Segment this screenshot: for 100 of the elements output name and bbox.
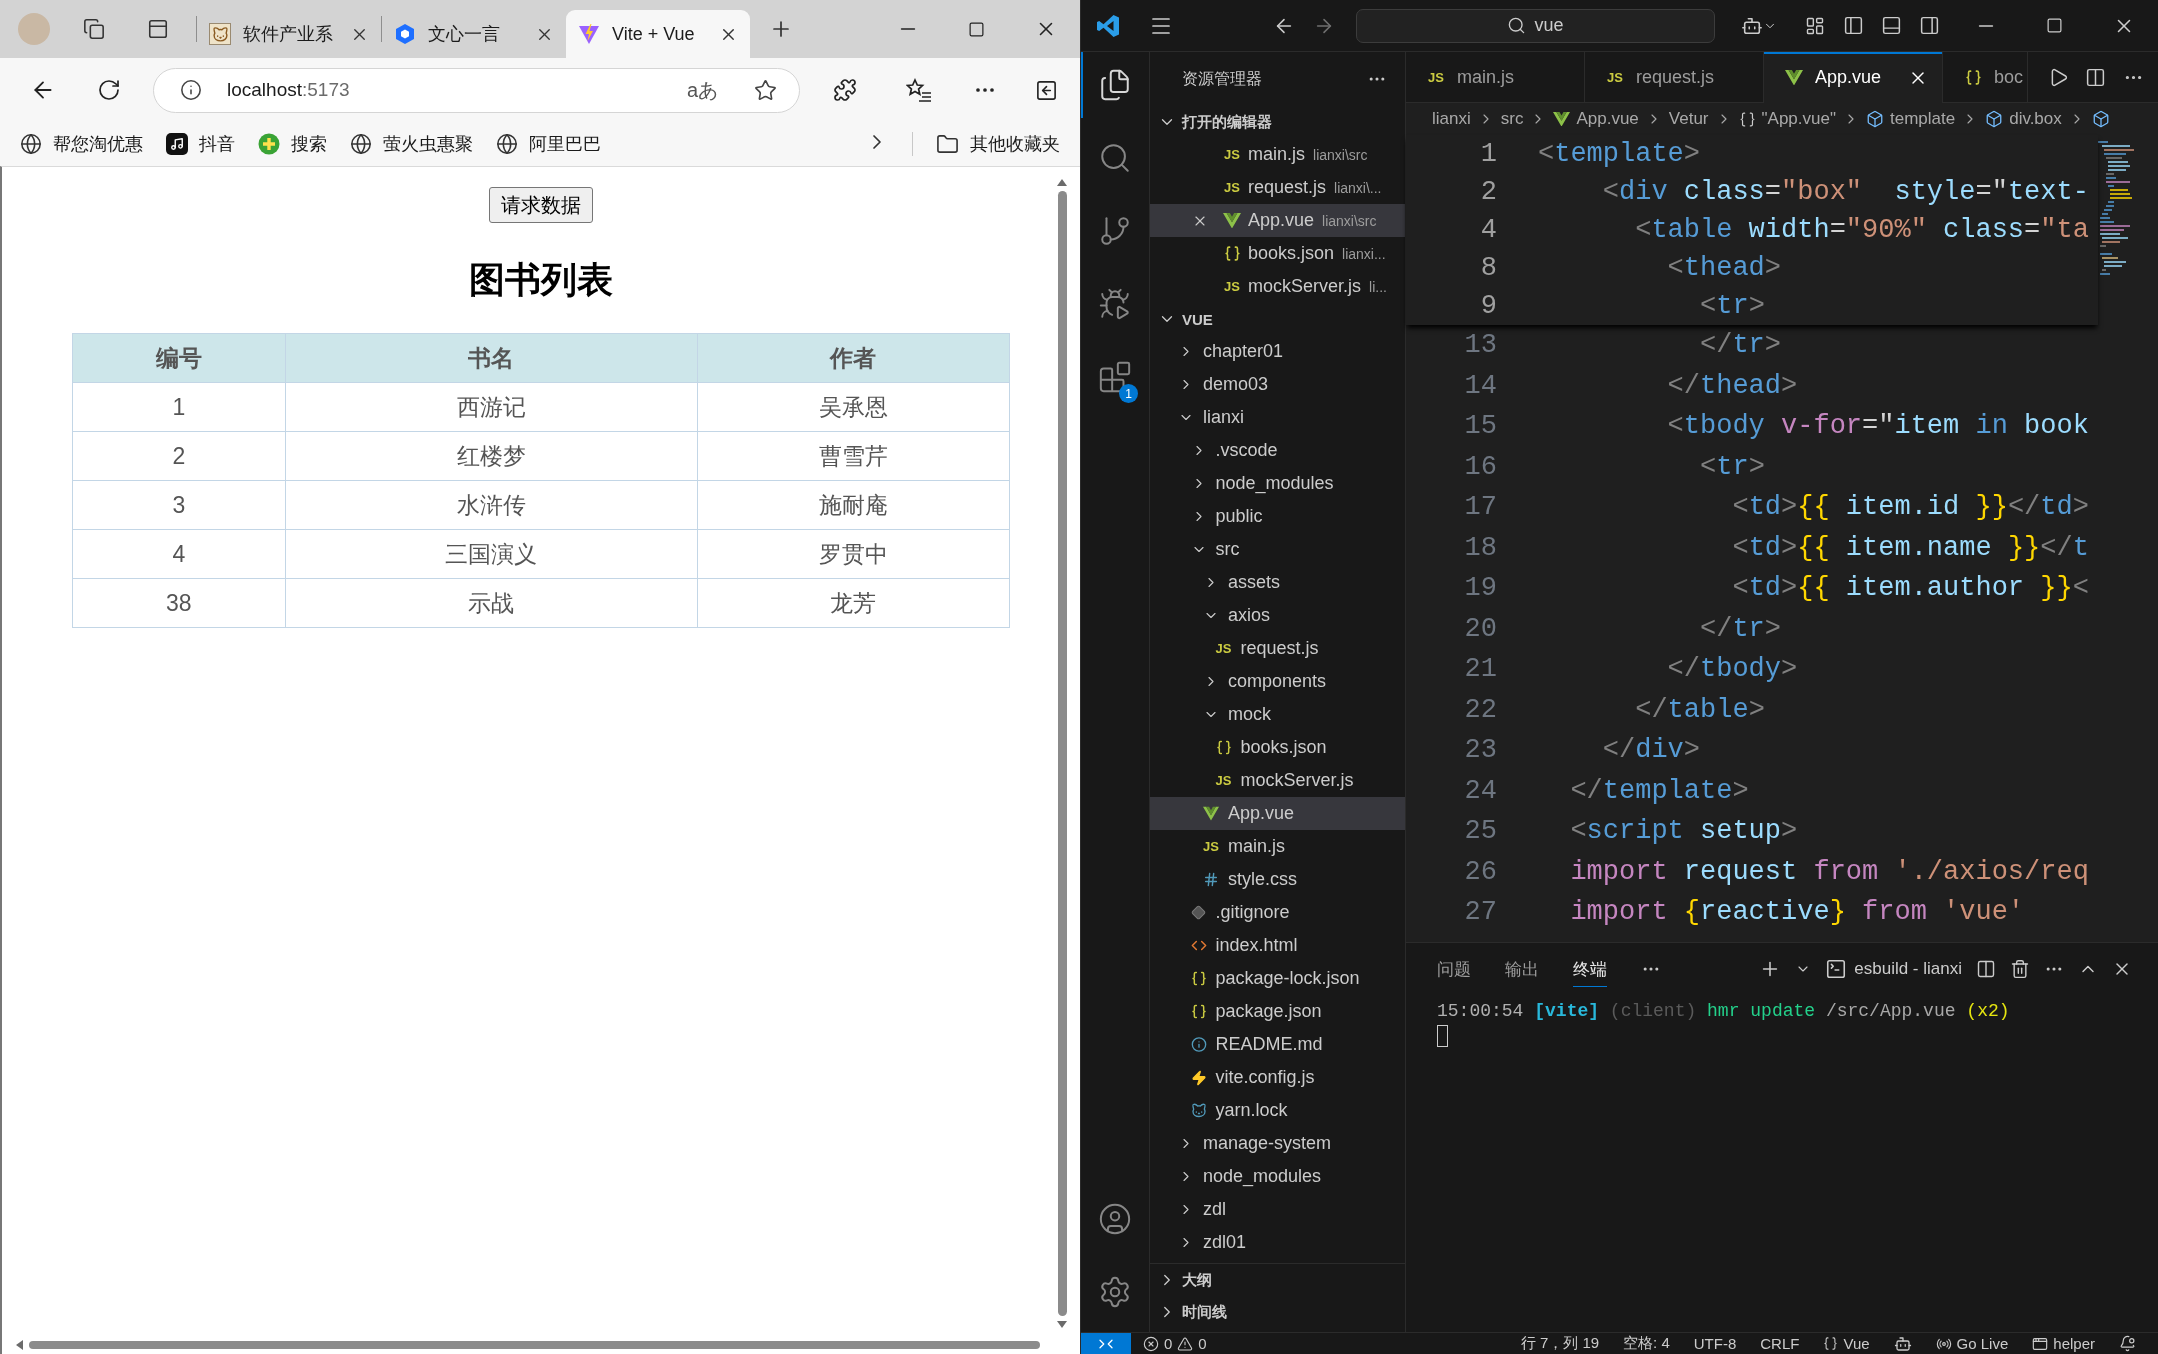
folder-item[interactable]: node_modules	[1150, 467, 1405, 500]
folder-item[interactable]: manage-system	[1150, 1127, 1405, 1160]
status-item[interactable]: 空格: 4	[1623, 1334, 1670, 1353]
section-header[interactable]: 时间线	[1150, 1296, 1405, 1328]
file-item[interactable]: README.md	[1150, 1028, 1405, 1061]
scrollbar-thumb[interactable]	[1057, 191, 1067, 1316]
section-header[interactable]: 打开的编辑器	[1150, 106, 1405, 138]
status-item[interactable]: 行 7，列 19	[1520, 1334, 1600, 1353]
cube-icon[interactable]	[2091, 110, 2110, 128]
down-arrow-icon[interactable]	[1057, 1321, 1067, 1328]
bookmark-folder[interactable]: 其他收藏夹	[936, 132, 1060, 156]
address-field[interactable]: localhost:5173 aあ	[153, 67, 800, 113]
request-data-button[interactable]: 请求数据	[489, 187, 593, 223]
browser-tab[interactable]: 文心一言	[382, 10, 566, 58]
file-item[interactable]: App.vue	[1150, 797, 1405, 830]
bookmark-item[interactable]: 帮您淘优惠	[20, 132, 143, 156]
split-terminal-icon[interactable]	[1976, 959, 1996, 979]
up-arrow-icon[interactable]	[1057, 179, 1067, 186]
status-item[interactable]: helper	[2032, 1335, 2095, 1352]
maximize-icon[interactable]	[968, 20, 985, 38]
folder-item[interactable]: lianxi	[1150, 401, 1405, 434]
reader-button[interactable]: aあ	[686, 76, 718, 104]
command-search-field[interactable]: vue	[1356, 8, 1715, 43]
search-icon[interactable]	[1098, 141, 1132, 175]
bookmark-item[interactable]: 抖音	[166, 132, 235, 156]
terminal-selector[interactable]: esbuild - lianxi	[1825, 958, 1962, 980]
file-item[interactable]: JS request.js	[1150, 632, 1405, 665]
settings-icon[interactable]	[1098, 1275, 1132, 1309]
folder-item[interactable]: public	[1150, 500, 1405, 533]
folder-item[interactable]: zdl	[1150, 1193, 1405, 1226]
folder-item[interactable]: demo03	[1150, 368, 1405, 401]
breadcrumb-item[interactable]: "App.vue"	[1738, 109, 1836, 129]
scrollbar-thumb[interactable]	[29, 1341, 1040, 1349]
file-item[interactable]: books.json	[1150, 731, 1405, 764]
breadcrumb-item[interactable]: template	[1865, 109, 1956, 129]
file-item[interactable]: JS main.js	[1150, 830, 1405, 863]
file-item[interactable]: style.css	[1150, 863, 1405, 896]
tab-strip-icon[interactable]	[147, 18, 169, 40]
open-editor-item[interactable]: JS request.js lianxi\...	[1150, 171, 1405, 204]
puzzle-icon[interactable]	[833, 78, 857, 102]
trash-icon[interactable]	[2010, 959, 2030, 979]
browser-tab[interactable]: 软件产业系	[197, 10, 381, 58]
status-item[interactable]: Go Live	[1935, 1335, 2009, 1352]
folder-item[interactable]: assets	[1150, 566, 1405, 599]
editor-tab[interactable]: JS request.js	[1585, 52, 1764, 103]
robot-icon[interactable]	[1893, 1334, 1912, 1353]
maximize-icon[interactable]	[2046, 17, 2063, 34]
bell-icon[interactable]	[2119, 1335, 2136, 1352]
branch-icon[interactable]	[1098, 214, 1132, 248]
open-editor-item[interactable]: App.vue lianxi\src	[1150, 204, 1405, 237]
refresh-icon[interactable]	[97, 78, 121, 102]
account-icon[interactable]	[1098, 1202, 1132, 1236]
status-item[interactable]: UTF-8	[1693, 1335, 1737, 1352]
section-header[interactable]: 大纲	[1150, 1264, 1405, 1296]
bookmark-item[interactable]: 萤火虫惠聚	[350, 132, 473, 156]
browser-tab[interactable]: Vite + Vue	[566, 10, 750, 58]
status-item[interactable]: Vue	[1823, 1335, 1870, 1352]
star-list-icon[interactable]	[906, 78, 932, 102]
editor-tab[interactable]: boc	[1943, 52, 2028, 103]
stacked-squares-icon[interactable]	[83, 18, 105, 40]
files-icon[interactable]	[1098, 68, 1132, 102]
bug-play-icon[interactable]	[1098, 287, 1132, 321]
panel-tab[interactable]: 输出	[1505, 951, 1539, 987]
folder-item[interactable]: .vscode	[1150, 434, 1405, 467]
folder-item[interactable]: components	[1150, 665, 1405, 698]
breadcrumb-item[interactable]: lianxi	[1432, 109, 1471, 129]
folder-item[interactable]: axios	[1150, 599, 1405, 632]
file-item[interactable]: package.json	[1150, 995, 1405, 1028]
breadcrumb-item[interactable]: Vetur	[1668, 109, 1709, 129]
split-editor-icon[interactable]	[2085, 67, 2107, 88]
layout-icon[interactable]	[1805, 15, 1825, 36]
file-item[interactable]: JS mockServer.js	[1150, 764, 1405, 797]
open-editor-item[interactable]: books.json lianxi...	[1150, 237, 1405, 270]
breadcrumb-item[interactable]: div.box	[1985, 109, 2062, 129]
breadcrumb-item[interactable]: App.vue	[1553, 109, 1639, 129]
folder-item[interactable]: node_modules	[1150, 1160, 1405, 1193]
file-item[interactable]: package-lock.json	[1150, 962, 1405, 995]
editor-tab[interactable]: JS main.js	[1406, 52, 1585, 103]
folder-item[interactable]: src	[1150, 533, 1405, 566]
editor-tab[interactable]: App.vue	[1764, 52, 1943, 103]
open-editor-item[interactable]: JS mockServer.js li...	[1150, 270, 1405, 303]
open-editor-item[interactable]: JS main.js lianxi\src	[1150, 138, 1405, 171]
file-item[interactable]: vite.config.js	[1150, 1061, 1405, 1094]
bookmark-item[interactable]: 阿里巴巴	[496, 132, 601, 156]
warning-icon[interactable]	[1177, 1335, 1194, 1352]
panel-tab[interactable]: 终端	[1573, 951, 1607, 987]
panel-right-icon[interactable]	[1918, 15, 1940, 36]
file-item[interactable]: .gitignore	[1150, 896, 1405, 929]
left-arrow-icon[interactable]	[16, 1340, 23, 1350]
folder-item[interactable]: mock	[1150, 698, 1405, 731]
panel-tab[interactable]: 问题	[1437, 951, 1471, 987]
star-icon[interactable]	[754, 78, 777, 102]
breadcrumb-item[interactable]: src	[1500, 109, 1524, 129]
file-item[interactable]: index.html	[1150, 929, 1405, 962]
status-item[interactable]: CRLF	[1760, 1335, 1800, 1352]
bookmark-item[interactable]: 搜索	[258, 132, 327, 156]
remote-button[interactable]	[1081, 1333, 1131, 1354]
error-icon[interactable]	[1143, 1335, 1159, 1352]
folder-item[interactable]: zdl01	[1150, 1226, 1405, 1259]
folder-item[interactable]: chapter01	[1150, 335, 1405, 368]
